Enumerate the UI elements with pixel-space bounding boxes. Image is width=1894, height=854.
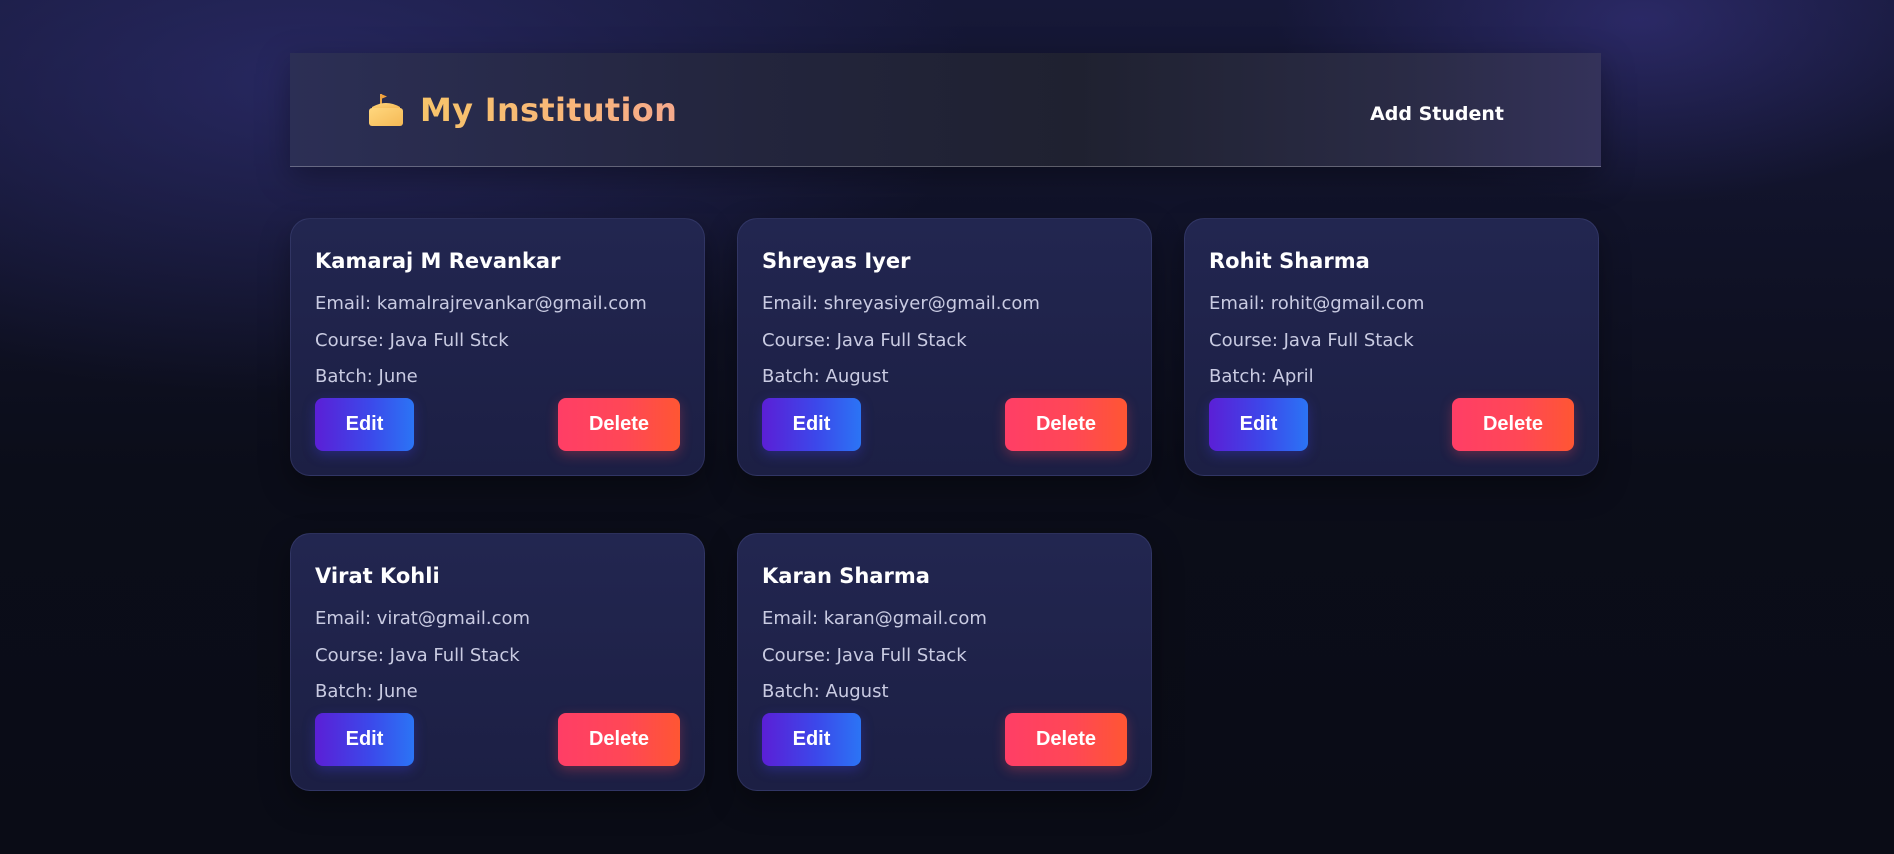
student-card: Karan Sharma Email: karan@gmail.com Cour… (737, 533, 1152, 791)
edit-button[interactable]: Edit (1209, 398, 1308, 451)
brand-title: My Institution (420, 91, 678, 129)
student-course: Course: Java Full Stack (762, 645, 967, 666)
student-card: Kamaraj M Revankar Email: kamalrajrevank… (290, 218, 705, 476)
navbar: My Institution Add Student (290, 53, 1601, 167)
student-grid: Kamaraj M Revankar Email: kamalrajrevank… (290, 218, 1601, 791)
brand[interactable]: My Institution (368, 89, 677, 131)
student-card: Shreyas Iyer Email: shreyasiyer@gmail.co… (737, 218, 1152, 476)
add-student-link[interactable]: Add Student (1370, 103, 1504, 125)
student-batch: Batch: April (1209, 366, 1314, 387)
student-batch: Batch: June (315, 681, 418, 702)
edit-button[interactable]: Edit (762, 713, 861, 766)
student-email: Email: rohit@gmail.com (1209, 293, 1425, 314)
student-card: Virat Kohli Email: virat@gmail.com Cours… (290, 533, 705, 791)
student-email: Email: shreyasiyer@gmail.com (762, 293, 1040, 314)
student-course: Course: Java Full Stack (315, 645, 520, 666)
student-email: Email: karan@gmail.com (762, 608, 987, 629)
student-course: Course: Java Full Stack (762, 330, 967, 351)
student-course: Course: Java Full Stack (1209, 330, 1414, 351)
student-name: Virat Kohli (315, 564, 440, 588)
delete-button[interactable]: Delete (1005, 398, 1127, 451)
student-name: Rohit Sharma (1209, 249, 1370, 273)
delete-button[interactable]: Delete (1452, 398, 1574, 451)
delete-button[interactable]: Delete (558, 713, 680, 766)
student-batch: Batch: June (315, 366, 418, 387)
student-email: Email: kamalrajrevankar@gmail.com (315, 293, 647, 314)
mosque-building-icon (368, 93, 404, 127)
delete-button[interactable]: Delete (1005, 713, 1127, 766)
student-name: Kamaraj M Revankar (315, 249, 561, 273)
edit-button[interactable]: Edit (315, 398, 414, 451)
delete-button[interactable]: Delete (558, 398, 680, 451)
edit-button[interactable]: Edit (762, 398, 861, 451)
student-batch: Batch: August (762, 681, 889, 702)
student-name: Shreyas Iyer (762, 249, 911, 273)
edit-button[interactable]: Edit (315, 713, 414, 766)
student-batch: Batch: August (762, 366, 889, 387)
student-name: Karan Sharma (762, 564, 930, 588)
student-course: Course: Java Full Stck (315, 330, 509, 351)
student-email: Email: virat@gmail.com (315, 608, 531, 629)
student-card: Rohit Sharma Email: rohit@gmail.com Cour… (1184, 218, 1599, 476)
